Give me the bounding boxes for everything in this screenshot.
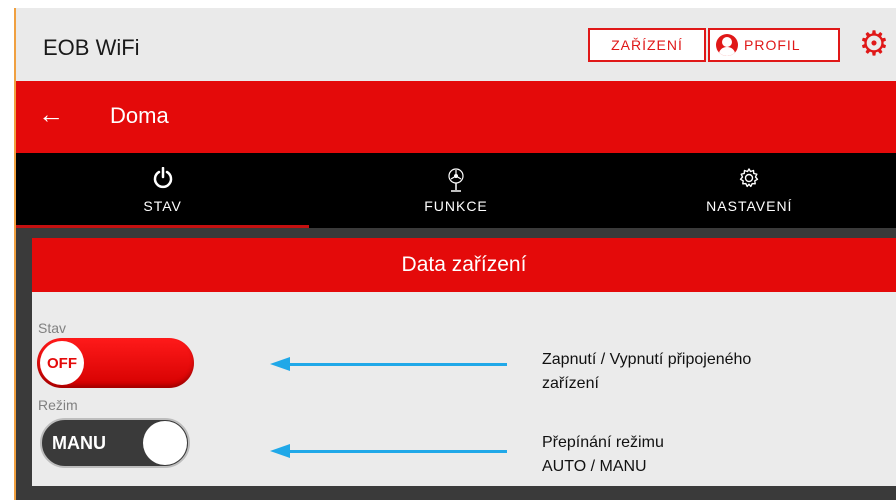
tab-label: FUNKCE: [424, 198, 488, 214]
annotation-arrow-line: [287, 450, 507, 453]
mode-description-line: Přepínání režimu: [542, 434, 664, 451]
mode-description: Přepínání režimu AUTO / MANU: [542, 431, 664, 479]
app-window: EOB WiFi ZAŘÍZENÍ PROFIL ⚙ ← Doma STAV F…: [14, 8, 896, 500]
device-data-card: Data zařízení Stav OFF Režim MANU Zapnut…: [32, 238, 896, 486]
devices-button[interactable]: ZAŘÍZENÍ: [588, 28, 706, 62]
annotation-arrow-line: [287, 363, 507, 366]
power-toggle[interactable]: OFF: [37, 338, 194, 388]
toggle-knob: OFF: [40, 341, 84, 385]
profile-button[interactable]: PROFIL: [708, 28, 840, 62]
state-description-line: zařízení: [542, 375, 599, 392]
tab-label: NASTAVENÍ: [706, 198, 793, 214]
state-description: Zapnutí / Vypnutí připojeného zařízení: [542, 348, 751, 396]
mode-description-line: AUTO / MANU: [542, 458, 647, 475]
tab-bar: STAV FUNKCE NASTAVENÍ: [16, 153, 896, 228]
gear-icon[interactable]: ⚙: [856, 26, 892, 62]
gear-outline-icon: [603, 167, 896, 194]
tab-stav[interactable]: STAV: [16, 153, 310, 228]
tab-label: STAV: [143, 198, 182, 214]
fan-icon: [309, 167, 602, 198]
profile-button-label: PROFIL: [744, 37, 801, 53]
toggle-knob: [143, 421, 187, 465]
page-title: Doma: [110, 103, 169, 128]
page-header: ← Doma: [16, 81, 896, 153]
arrow-left-icon[interactable]: ←: [38, 99, 64, 130]
top-bar: EOB WiFi ZAŘÍZENÍ PROFIL ⚙: [16, 8, 896, 81]
state-description-line: Zapnutí / Vypnutí připojeného: [542, 351, 752, 368]
card-title: Data zařízení: [32, 238, 896, 292]
tab-nastaveni[interactable]: NASTAVENÍ: [603, 153, 896, 228]
mode-toggle[interactable]: MANU: [40, 418, 190, 468]
tab-funkce[interactable]: FUNKCE: [309, 153, 602, 228]
mode-toggle-value: MANU: [52, 433, 106, 453]
user-icon: [716, 34, 738, 56]
app-title: EOB WiFi: [43, 35, 140, 60]
mode-label: Režim: [38, 397, 78, 413]
state-label: Stav: [38, 320, 67, 336]
power-icon: [16, 166, 309, 194]
